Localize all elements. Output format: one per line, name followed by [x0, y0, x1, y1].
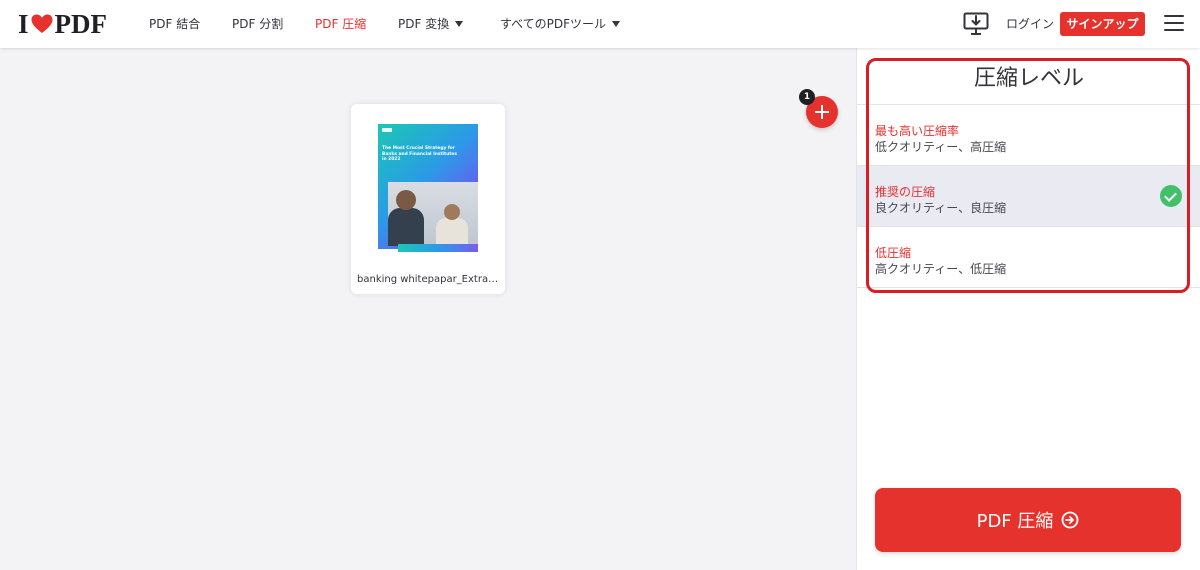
logo-letters-pdf: PDF — [54, 8, 107, 39]
desktop-download-icon[interactable] — [963, 12, 989, 36]
option-description: 高クオリティー、低圧縮 — [875, 262, 1007, 276]
option-recommended-compression[interactable]: 推奨の圧縮 良クオリティー、良圧縮 — [857, 166, 1200, 227]
ilovepdf-logo[interactable]: I PDF — [18, 8, 107, 39]
nav-label: PDF 分割 — [232, 17, 284, 31]
heart-icon — [31, 14, 53, 33]
nav-compress-pdf[interactable]: PDF 圧縮 — [315, 0, 366, 48]
nav-split-pdf[interactable]: PDF 分割 — [232, 0, 283, 48]
option-title: 最も高い圧縮率 — [875, 124, 960, 138]
top-header: I PDF PDF 結合 PDF 分割 PDF 圧縮 PDF 変換 すべてのPD… — [0, 0, 1200, 48]
nav-label: PDF 結合 — [149, 17, 201, 31]
file-card[interactable]: The Most Crucial Strategy for Banks and … — [351, 104, 505, 294]
compression-level-title: 圧縮レベル — [973, 66, 1084, 91]
check-icon — [1160, 185, 1182, 207]
pdf-thumbnail: The Most Crucial Strategy for Banks and … — [378, 124, 478, 274]
nav-convert-pdf[interactable]: PDF 変換 — [398, 0, 464, 48]
caret-down-icon — [612, 20, 621, 27]
compress-pdf-button[interactable]: PDF 圧縮 — [875, 488, 1181, 552]
logo-letter-i: I — [18, 8, 29, 39]
option-description: 低クオリティー、高圧縮 — [875, 140, 1007, 154]
nav-label: PDF 圧縮 — [315, 17, 367, 31]
compress-button-label: PDF 圧縮 — [976, 511, 1054, 532]
signup-button[interactable]: サインアップ — [1060, 12, 1145, 36]
nav-label: すべてのPDFツール — [500, 17, 607, 31]
nav-merge-pdf[interactable]: PDF 結合 — [149, 0, 200, 48]
option-description: 良クオリティー、良圧縮 — [875, 201, 1007, 215]
hamburger-menu-icon[interactable] — [1164, 15, 1184, 33]
nav-all-tools[interactable]: すべてのPDFツール — [500, 0, 621, 48]
option-less-compression[interactable]: 低圧縮 高クオリティー、低圧縮 — [857, 227, 1200, 288]
file-name: banking whitepapar_Extract.pdf — [357, 274, 499, 285]
file-count-badge: 1 — [799, 89, 815, 105]
option-title: 推奨の圧縮 — [875, 185, 936, 199]
login-link[interactable]: ログイン — [1006, 0, 1054, 48]
nav-label: PDF 変換 — [398, 17, 450, 31]
arrow-circle-right-icon — [1061, 511, 1079, 529]
option-extreme-compression[interactable]: 最も高い圧縮率 低クオリティー、高圧縮 — [857, 105, 1200, 166]
caret-down-icon — [455, 20, 464, 27]
option-title: 低圧縮 — [875, 246, 912, 260]
file-workspace: The Most Crucial Strategy for Banks and … — [0, 48, 856, 570]
thumbnail-title: The Most Crucial Strategy for Banks and … — [382, 146, 457, 163]
